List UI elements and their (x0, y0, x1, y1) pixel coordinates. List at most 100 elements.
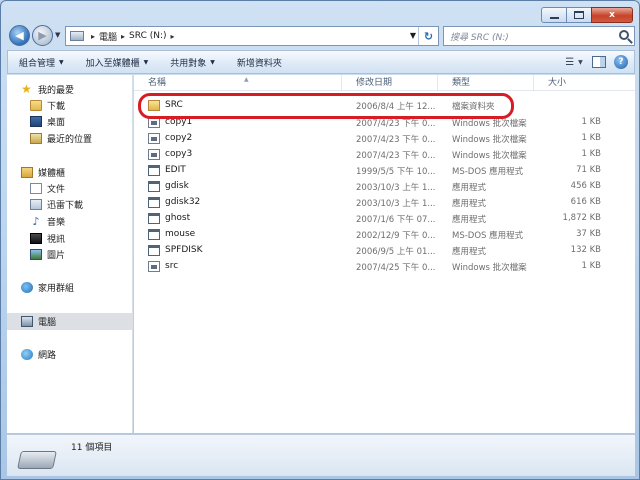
breadcrumb-separator[interactable]: ▸ (121, 32, 125, 41)
new-folder-label: 新增資料夾 (236, 58, 282, 69)
file-name: copy2 (165, 133, 193, 143)
column-header-date[interactable]: 修改日期 (342, 75, 438, 91)
file-row[interactable]: EDIT 1999/5/5 下午 10... MS-DOS 應用程式 71 KB (134, 162, 635, 178)
application-icon (148, 180, 160, 192)
share-button[interactable]: 共用對象 ▼ (159, 51, 226, 73)
file-size: 1 KB (581, 133, 601, 143)
file-name-cell: ghost (148, 210, 190, 226)
item-count: 11 個項目 (71, 443, 113, 453)
file-row[interactable]: src 2007/4/25 下午 0... Windows 批次檔案 1 KB (134, 258, 635, 274)
nav-downloads[interactable]: 下載 (7, 97, 133, 113)
file-row[interactable]: copy3 2007/4/23 下午 0... Windows 批次檔案 1 K… (134, 146, 635, 162)
pictures-icon (30, 248, 42, 260)
column-header-name[interactable]: 名稱 ▲ (134, 75, 342, 91)
application-icon (148, 196, 160, 208)
refresh-button[interactable]: ↻ (418, 27, 438, 45)
add-to-library-label: 加入至媒體櫃 (85, 58, 140, 69)
file-type: 應用程式 (452, 247, 487, 257)
search-input[interactable]: 搜尋 SRC (N:) (443, 26, 635, 46)
nav-network[interactable]: 網路 (7, 346, 133, 362)
nav-thunder-downloads[interactable]: 迅雷下載 (7, 196, 133, 212)
nav-music[interactable]: ♪ 音樂 (7, 213, 133, 229)
close-button[interactable]: x (591, 7, 633, 23)
chevron-down-icon: ▼ (55, 31, 61, 39)
column-label: 名稱 (148, 78, 167, 88)
new-folder-button[interactable]: 新增資料夾 (226, 51, 293, 73)
file-name-cell: gdisk (148, 178, 189, 194)
nav-pictures[interactable]: 圖片 (7, 246, 133, 262)
chevron-down-icon: ▼ (210, 58, 215, 66)
breadcrumb-separator[interactable]: ▸ (91, 32, 95, 41)
nav-label: 視訊 (47, 234, 66, 245)
recent-pages-button[interactable]: ▼ (55, 31, 60, 39)
nav-favorites[interactable]: ★ 我的最愛 (7, 81, 133, 97)
nav-label: 下載 (47, 101, 66, 112)
nav-desktop[interactable]: 桌面 (7, 113, 133, 129)
breadcrumb-separator[interactable]: ▸ (171, 32, 175, 41)
minimize-button[interactable] (541, 7, 567, 23)
preview-pane-button[interactable] (592, 56, 606, 68)
video-icon (30, 232, 42, 244)
file-name-cell: SPFDISK (148, 242, 203, 258)
navigation-pane: ★ 我的最愛 下載 桌面 最近的位置 媒體櫃 文件 迅雷下載 ♪ 音樂 視訊 圖片 … (7, 75, 133, 433)
share-label: 共用對象 (170, 58, 207, 69)
navigation-bar: ◀ ▶ ▼ ▸ 電腦 ▸ SRC (N:) ▸ ▼ ↻ 搜尋 SRC (N:) (7, 25, 635, 47)
file-row[interactable]: copy2 2007/4/23 下午 0... Windows 批次檔案 1 K… (134, 130, 635, 146)
maximize-icon (574, 11, 584, 19)
column-label: 類型 (452, 78, 471, 88)
forward-arrow-icon: ▶ (38, 29, 47, 42)
add-to-library-button[interactable]: 加入至媒體櫃 ▼ (75, 51, 160, 73)
file-type: 應用程式 (452, 199, 487, 209)
file-row[interactable]: ghost 2007/1/6 下午 07... 應用程式 1,872 KB (134, 210, 635, 226)
file-row[interactable]: gdisk32 2003/10/3 上午 1... 應用程式 616 KB (134, 194, 635, 210)
command-bar: 組合管理 ▼ 加入至媒體櫃 ▼ 共用對象 ▼ 新增資料夾 ☰ ▼ ? (7, 50, 635, 74)
nav-documents[interactable]: 文件 (7, 180, 133, 196)
address-bar[interactable]: ▸ 電腦 ▸ SRC (N:) ▸ ▼ ↻ (65, 26, 439, 46)
file-size: 1 KB (581, 117, 601, 127)
column-header-size[interactable]: 大小 (534, 75, 604, 91)
help-button[interactable]: ? (614, 55, 628, 69)
file-size: 71 KB (576, 165, 601, 175)
help-icon: ? (618, 57, 624, 67)
caption-buttons: x (541, 7, 633, 23)
column-label: 修改日期 (356, 78, 393, 88)
file-name: gdisk (165, 181, 189, 191)
nav-libraries[interactable]: 媒體櫃 (7, 164, 133, 180)
back-arrow-icon: ◀ (15, 29, 24, 42)
breadcrumb-computer[interactable]: 電腦 (99, 30, 117, 43)
nav-videos[interactable]: 視訊 (7, 230, 133, 246)
drive-icon (17, 451, 57, 469)
file-row[interactable]: gdisk 2003/10/3 上午 1... 應用程式 456 KB (134, 178, 635, 194)
chevron-down-icon: ▼ (143, 58, 149, 66)
search-icon[interactable] (619, 30, 629, 40)
file-name-cell: copy3 (148, 146, 192, 162)
file-name: gdisk32 (165, 197, 201, 207)
chevron-down-icon: ▼ (59, 58, 64, 66)
nav-homegroup[interactable]: 家用群組 (7, 279, 133, 295)
breadcrumb-drive[interactable]: SRC (N:) (129, 31, 166, 41)
computer-icon (70, 31, 84, 41)
file-row[interactable]: SPFDISK 2006/9/5 上午 01... 應用程式 132 KB (134, 242, 635, 258)
nav-recent[interactable]: 最近的位置 (7, 130, 133, 146)
file-name-cell: mouse (148, 226, 195, 242)
nav-label: 迅雷下載 (47, 200, 84, 211)
maximize-button[interactable] (566, 7, 592, 23)
chevron-down-icon: ▼ (578, 58, 583, 66)
file-date: 2006/9/5 上午 01... (356, 247, 436, 257)
file-type: Windows 批次檔案 (452, 135, 527, 145)
column-header-type[interactable]: 類型 (438, 75, 534, 91)
organize-button[interactable]: 組合管理 ▼ (8, 51, 75, 73)
view-options-button[interactable]: ☰ ▼ (564, 53, 584, 71)
application-icon (148, 244, 160, 256)
file-type: Windows 批次檔案 (452, 263, 527, 273)
nav-computer[interactable]: 電腦 (7, 313, 133, 330)
file-row[interactable]: mouse 2002/12/9 下午 0... MS-DOS 應用程式 37 K… (134, 226, 635, 242)
address-dropdown-icon[interactable]: ▼ (410, 31, 416, 40)
details-view-icon: ☰ (565, 56, 575, 68)
file-date: 2003/10/3 上午 1... (356, 199, 436, 209)
forward-button[interactable]: ▶ (32, 25, 53, 46)
batch-file-icon (148, 260, 160, 272)
back-button[interactable]: ◀ (9, 25, 30, 46)
batch-file-icon (148, 132, 160, 144)
file-size: 1 KB (581, 149, 601, 159)
